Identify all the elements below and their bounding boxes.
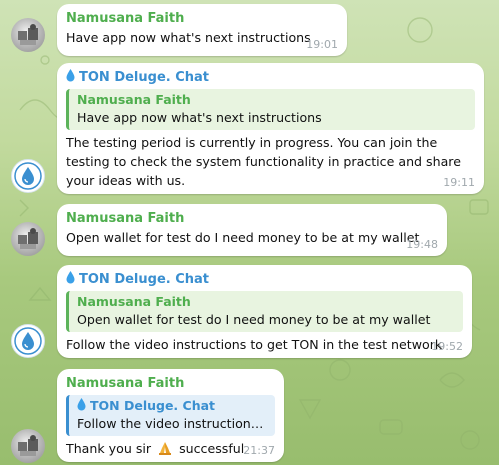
- message-bubble[interactable]: TON Deluge. Chat Namusana Faith Have app…: [57, 63, 484, 194]
- water-drop-icon: [66, 69, 75, 82]
- message-bubble[interactable]: Namusana Faith Have app now what's next …: [57, 4, 347, 56]
- message-time: 19:01: [306, 38, 338, 51]
- quote-text: Follow the video instructions t...: [77, 416, 267, 431]
- avatar[interactable]: [11, 18, 45, 52]
- quote-text: Have app now what's next instructions: [77, 110, 322, 125]
- quote-text: Open wallet for test do I need money to …: [77, 312, 431, 327]
- message-time: 19:11: [443, 176, 475, 189]
- avatar[interactable]: [11, 222, 45, 256]
- message-time: 19:48: [406, 238, 438, 251]
- folded-hands-icon: [159, 442, 172, 455]
- message-text: Open wallet for test do I need money to …: [66, 230, 420, 245]
- message-text: Follow the video instructions to get TON…: [66, 337, 443, 352]
- reply-quote[interactable]: TON Deluge. Chat Follow the video instru…: [66, 395, 275, 436]
- message-text-end: successful: [179, 441, 245, 456]
- sender-name[interactable]: TON Deluge. Chat: [66, 271, 463, 289]
- sender-name[interactable]: Namusana Faith: [66, 375, 275, 393]
- message-text: Have app now what's next instructions: [66, 30, 311, 45]
- message-bubble[interactable]: Namusana Faith Open wallet for test do I…: [57, 204, 447, 256]
- sender-name-label: TON Deluge. Chat: [79, 70, 210, 85]
- message-text-start: Thank you sir: [66, 441, 152, 456]
- water-drop-icon: [66, 271, 75, 284]
- reply-quote[interactable]: Namusana Faith Have app now what's next …: [66, 89, 475, 130]
- message-time: 19:52: [431, 340, 463, 353]
- sender-name[interactable]: TON Deluge. Chat: [66, 69, 475, 87]
- reply-quote[interactable]: Namusana Faith Open wallet for test do I…: [66, 291, 463, 332]
- quote-sender: Namusana Faith: [77, 92, 191, 107]
- sender-name-label: TON Deluge. Chat: [79, 272, 210, 287]
- quote-sender: Namusana Faith: [77, 294, 191, 309]
- message-time: 21:37: [243, 444, 275, 457]
- avatar[interactable]: [11, 159, 45, 193]
- water-drop-icon: [77, 398, 86, 411]
- message-text: The testing period is currently in progr…: [66, 135, 461, 188]
- sender-name[interactable]: Namusana Faith: [66, 10, 338, 28]
- sender-name[interactable]: Namusana Faith: [66, 210, 438, 228]
- quote-sender-label: TON Deluge. Chat: [90, 398, 216, 413]
- avatar[interactable]: [11, 324, 45, 358]
- avatar[interactable]: [11, 429, 45, 463]
- message-bubble[interactable]: Namusana Faith TON Deluge. Chat Follow t…: [57, 369, 284, 462]
- message-bubble[interactable]: TON Deluge. Chat Namusana Faith Open wal…: [57, 265, 472, 358]
- quote-sender: TON Deluge. Chat: [77, 397, 267, 415]
